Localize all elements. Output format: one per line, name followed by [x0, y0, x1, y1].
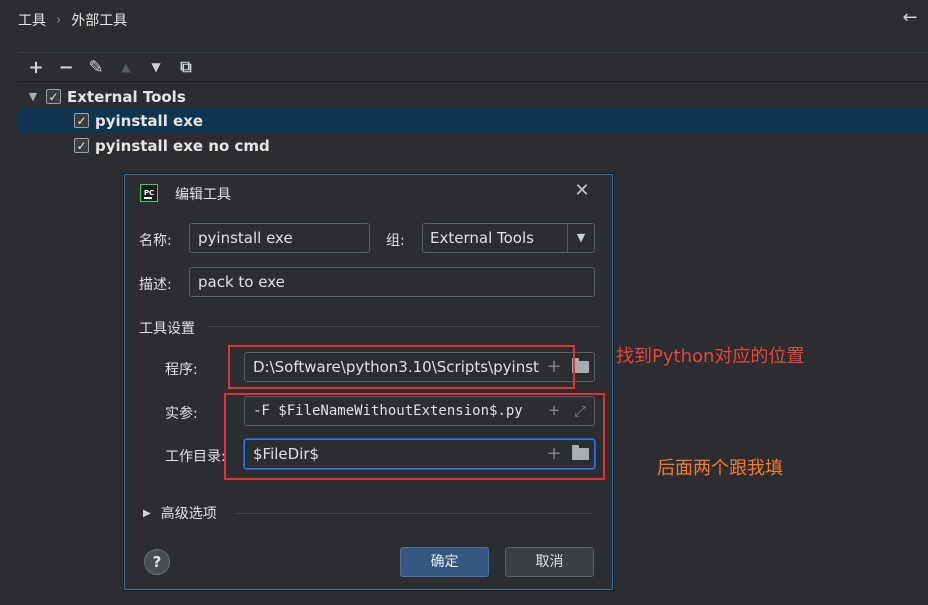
tree-item-pyinstall-exe-no-cmd[interactable]: ✓ pyinstall exe no cmd: [18, 133, 928, 158]
tools-toolbar: + − ✎ ▲ ▼ ⧉: [18, 52, 928, 82]
breadcrumb-item-external-tools: 外部工具: [71, 13, 128, 29]
advanced-options-toggle[interactable]: ▶ 高级选项: [143, 503, 217, 523]
annotation-box-args-workdir: [224, 393, 605, 480]
tree-group-external-tools[interactable]: ▼ ✓ External Tools: [18, 84, 928, 109]
tool-settings-section-title: 工具设置: [139, 321, 195, 337]
breadcrumb-item-tools[interactable]: 工具: [18, 10, 46, 30]
dialog-title: 编辑工具: [175, 187, 231, 203]
breadcrumb: 工具 › 外部工具: [18, 10, 127, 30]
tree-item-pyinstall-exe[interactable]: ✓ pyinstall exe: [18, 108, 928, 133]
tree-item-label: pyinstall exe: [95, 111, 204, 130]
add-icon[interactable]: +: [24, 55, 48, 79]
description-field[interactable]: pack to exe: [189, 267, 595, 297]
expand-arrow-icon[interactable]: ▼: [24, 90, 42, 103]
arguments-label: 实参:: [165, 406, 198, 422]
annotation-note-rest: 后面两个跟我填: [657, 458, 783, 479]
chevron-down-icon[interactable]: ▼: [567, 224, 594, 252]
copy-icon[interactable]: ⧉: [174, 55, 198, 79]
annotation-box-program: [228, 345, 575, 389]
dialog-titlebar: PC 编辑工具 ✕: [125, 175, 612, 211]
pycharm-icon: PC: [140, 184, 158, 202]
remove-icon[interactable]: −: [54, 55, 78, 79]
section-divider: [235, 513, 593, 514]
tree-item-label: pyinstall exe no cmd: [95, 136, 270, 155]
breadcrumb-separator: ›: [56, 12, 62, 28]
group-select-value: External Tools: [430, 229, 534, 247]
checkbox[interactable]: ✓: [74, 138, 89, 153]
working-directory-label: 工作目录:: [165, 449, 226, 465]
move-up-icon[interactable]: ▲: [114, 55, 138, 79]
help-button[interactable]: ?: [144, 549, 170, 575]
checkbox[interactable]: ✓: [74, 113, 89, 128]
name-field[interactable]: pyinstall exe: [189, 223, 370, 253]
ok-button[interactable]: 确定: [400, 547, 489, 577]
program-label: 程序:: [165, 362, 198, 378]
tree-group-label: External Tools: [67, 87, 186, 106]
edit-icon[interactable]: ✎: [84, 55, 108, 79]
group-select[interactable]: External Tools ▼: [422, 223, 595, 253]
expand-arrow-icon: ▶: [143, 507, 151, 519]
advanced-options-label: 高级选项: [160, 506, 217, 522]
name-label: 名称:: [139, 233, 172, 249]
back-arrow-icon[interactable]: ←: [900, 8, 920, 28]
cancel-button[interactable]: 取消: [505, 547, 594, 577]
checkbox[interactable]: ✓: [46, 89, 61, 104]
description-label: 描述:: [139, 277, 172, 293]
group-label: 组:: [386, 233, 405, 249]
annotation-note-program: 找到Python对应的位置: [616, 346, 805, 367]
section-divider: [207, 326, 599, 327]
close-icon[interactable]: ✕: [572, 181, 592, 201]
move-down-icon[interactable]: ▼: [144, 55, 168, 79]
